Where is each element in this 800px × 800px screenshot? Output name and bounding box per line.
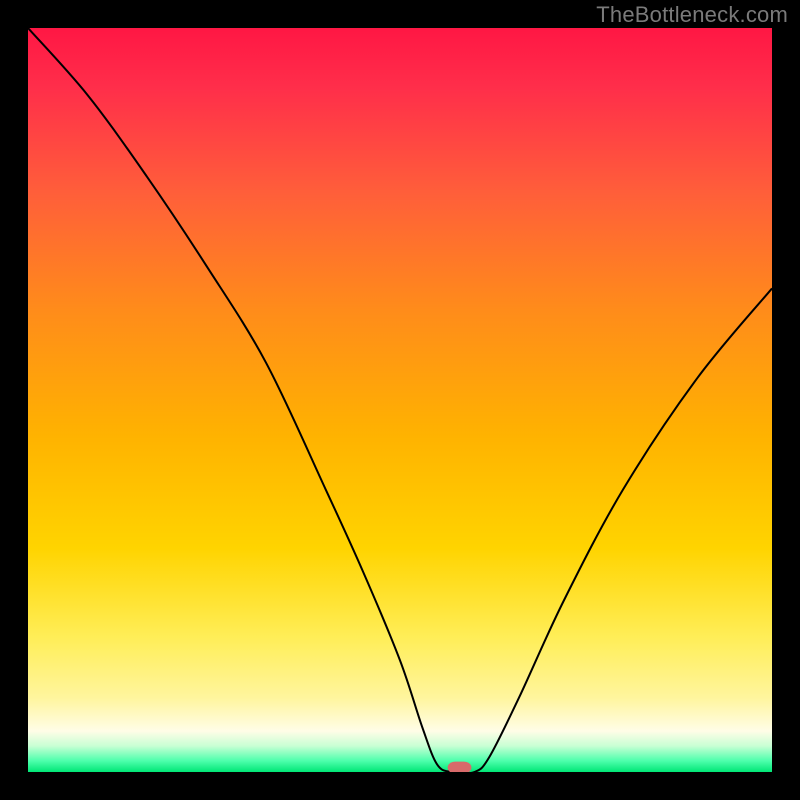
minimum-marker (448, 762, 472, 772)
watermark-text: TheBottleneck.com (596, 2, 788, 28)
bottleneck-chart (28, 28, 772, 772)
chart-frame: TheBottleneck.com (0, 0, 800, 800)
